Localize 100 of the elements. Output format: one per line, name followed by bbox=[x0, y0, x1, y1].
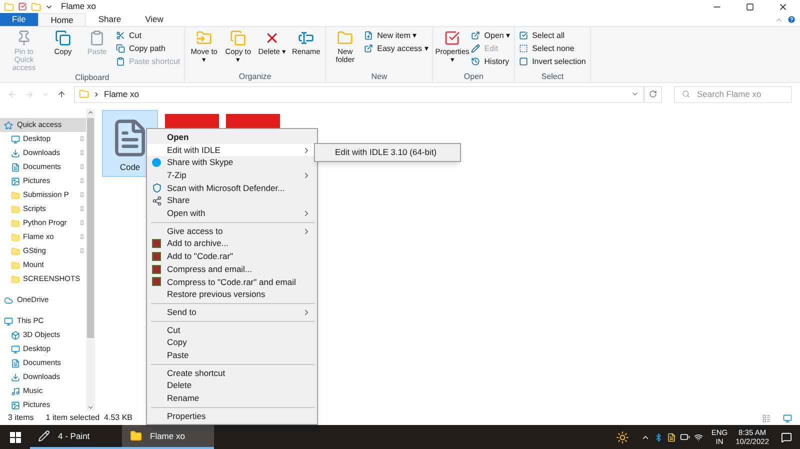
menu-item[interactable]: Add to "Code.rar" bbox=[147, 250, 317, 263]
pencil-icon bbox=[471, 44, 480, 53]
folder-icon bbox=[79, 89, 89, 99]
checkmark-document-icon bbox=[444, 30, 460, 46]
menu-item[interactable]: Create shortcut bbox=[147, 366, 317, 380]
close-icon[interactable] bbox=[778, 2, 788, 12]
search-field[interactable]: Search Flame xo bbox=[674, 86, 792, 102]
picture-icon bbox=[11, 400, 20, 410]
menu-item[interactable]: Share bbox=[147, 194, 317, 208]
ribbon-small-button[interactable]: Copy path bbox=[116, 43, 180, 54]
ribbon-tab[interactable]: Share bbox=[86, 13, 134, 26]
group-label: Select bbox=[540, 71, 565, 82]
help-icon[interactable] bbox=[787, 15, 796, 24]
search-icon bbox=[682, 90, 690, 98]
ribbon-tab[interactable]: Home bbox=[38, 13, 86, 26]
taskbar-app[interactable]: Flame xo bbox=[122, 425, 214, 449]
menu-item[interactable]: Add to archive... bbox=[147, 238, 317, 250]
chat-icon bbox=[152, 158, 161, 168]
arrow-icon bbox=[364, 44, 374, 53]
notifications-icon[interactable] bbox=[781, 432, 792, 442]
menu-item[interactable]: Give access to bbox=[147, 224, 317, 238]
menu-item[interactable]: Scan with Microsoft Defender... bbox=[147, 182, 317, 194]
group-label: Organize bbox=[238, 71, 272, 82]
folder-icon bbox=[130, 430, 142, 442]
pin-icon bbox=[79, 234, 85, 240]
menu-item[interactable]: Delete bbox=[147, 379, 317, 392]
share-icon bbox=[152, 196, 162, 206]
ribbon-small-button[interactable]: Invert selection bbox=[519, 56, 586, 67]
refresh-icon bbox=[649, 90, 657, 98]
document-icon bbox=[11, 358, 20, 368]
ribbon-small-button[interactable]: Easy access ▾ bbox=[364, 43, 428, 54]
folder-icon bbox=[11, 232, 20, 242]
folder-arrow-icon bbox=[196, 30, 212, 46]
rename-icon bbox=[298, 30, 314, 46]
menu-item[interactable]: Paste bbox=[147, 349, 317, 362]
pin-icon bbox=[16, 30, 32, 46]
pin-icon bbox=[79, 248, 85, 254]
restore-icon[interactable] bbox=[746, 2, 754, 10]
scroll-up-icon[interactable] bbox=[87, 109, 94, 116]
group-label: Clipboard bbox=[74, 72, 110, 83]
folder-icon bbox=[337, 30, 354, 46]
folder-icon bbox=[11, 190, 20, 200]
new-item-icon bbox=[364, 31, 374, 40]
menu-item[interactable]: Edit with IDLE bbox=[147, 144, 317, 156]
paint-icon bbox=[38, 430, 50, 442]
star-icon bbox=[4, 120, 13, 130]
menu-item[interactable]: Send to bbox=[147, 306, 317, 319]
checkmark-document-icon[interactable] bbox=[18, 2, 27, 11]
menu-item[interactable]: Properties bbox=[147, 410, 317, 422]
clipboard-icon bbox=[89, 30, 105, 46]
menu-item[interactable]: Rename bbox=[147, 392, 317, 405]
ribbon-small-button[interactable]: History bbox=[471, 56, 510, 67]
address-path: Flame xo bbox=[104, 88, 139, 100]
menu-item[interactable]: Cut bbox=[147, 324, 317, 336]
menu-item[interactable]: Restore previous versions bbox=[147, 288, 317, 301]
item-count: 3 items bbox=[8, 412, 34, 424]
chevron-icon bbox=[93, 90, 100, 98]
window-title: Flame xo bbox=[61, 0, 96, 13]
folder-icon bbox=[11, 274, 20, 284]
folder-icon bbox=[11, 204, 20, 214]
details-view-icon[interactable] bbox=[762, 414, 771, 422]
ribbon-small-button[interactable]: New item ▾ bbox=[364, 30, 428, 41]
copy-icon bbox=[116, 44, 125, 53]
bluetooth-icon[interactable] bbox=[654, 432, 664, 442]
pin-icon bbox=[79, 192, 85, 198]
large-icons-view-icon[interactable] bbox=[783, 414, 792, 422]
file-tab[interactable]: File bbox=[0, 13, 38, 26]
menu-item[interactable]: Compress and email... bbox=[147, 262, 317, 276]
menu-item[interactable]: Compress to "Code.rar" and email bbox=[147, 276, 317, 288]
checkbox-icon bbox=[519, 31, 528, 40]
folder-icon bbox=[11, 218, 20, 228]
address-bar[interactable]: Flame xo bbox=[74, 86, 644, 102]
dashed-square-icon bbox=[519, 44, 528, 53]
ribbon-small-button[interactable]: Cut bbox=[116, 30, 180, 41]
download-icon bbox=[11, 372, 20, 382]
copy-icon bbox=[55, 30, 71, 46]
document-icon bbox=[11, 162, 20, 172]
ribbon-small-button[interactable]: Select none bbox=[519, 43, 586, 54]
dropdown-icon[interactable] bbox=[631, 90, 639, 98]
pin-icon bbox=[79, 220, 85, 226]
up-icon[interactable] bbox=[57, 90, 66, 98]
menu-item[interactable]: Open with bbox=[147, 207, 317, 220]
scroll-down-icon[interactable] bbox=[87, 404, 94, 411]
open-icon bbox=[471, 31, 480, 40]
menu-item[interactable]: Copy bbox=[147, 336, 317, 349]
ribbon-small-button[interactable]: Open ▾ bbox=[471, 30, 510, 41]
cloud-icon bbox=[4, 296, 13, 304]
ribbon-tab[interactable]: View bbox=[133, 13, 176, 26]
note-icon[interactable] bbox=[667, 432, 676, 442]
battery-icon[interactable] bbox=[680, 432, 690, 442]
scrollbar[interactable] bbox=[86, 109, 95, 411]
selection-info: 1 item selected 4.53 KB bbox=[46, 412, 133, 424]
scissors-icon bbox=[116, 31, 125, 40]
computer-icon bbox=[4, 316, 13, 326]
menu-item[interactable]: Edit with IDLE 3.10 (64-bit) bbox=[315, 146, 460, 159]
weather-icon[interactable] bbox=[616, 430, 630, 444]
refresh-button[interactable] bbox=[644, 86, 662, 102]
group-label: New bbox=[370, 71, 388, 82]
wifi-icon[interactable] bbox=[694, 432, 704, 442]
ribbon-small-button[interactable]: Select all bbox=[519, 30, 586, 41]
